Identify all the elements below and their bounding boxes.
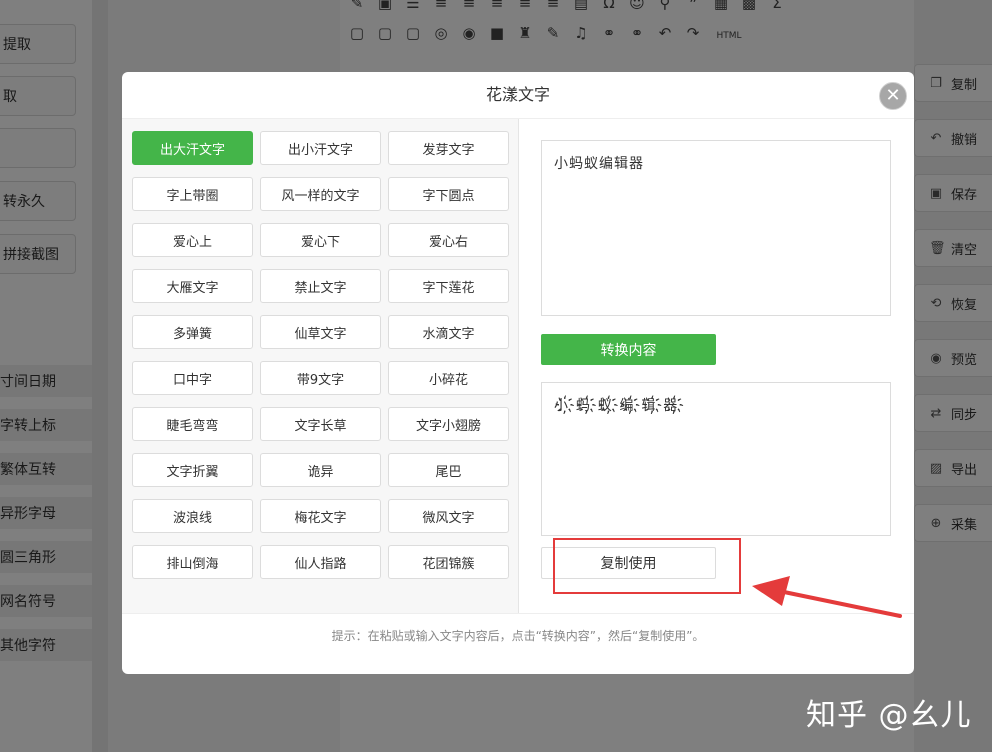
close-icon[interactable]: ✕: [879, 82, 907, 110]
style-option[interactable]: 字上带圈: [132, 177, 253, 211]
style-option[interactable]: 仙人指路: [260, 545, 381, 579]
style-option[interactable]: 带9文字: [260, 361, 381, 395]
style-option[interactable]: 小碎花: [388, 361, 509, 395]
style-option[interactable]: 尾巴: [388, 453, 509, 487]
style-option[interactable]: 爱心右: [388, 223, 509, 257]
style-option[interactable]: 口中字: [132, 361, 253, 395]
style-option[interactable]: 发芽文字: [388, 131, 509, 165]
style-option[interactable]: 文字折翼: [132, 453, 253, 487]
style-option[interactable]: 爱心上: [132, 223, 253, 257]
style-option[interactable]: 诡异: [260, 453, 381, 487]
style-option[interactable]: 文字长草: [260, 407, 381, 441]
result-text-output[interactable]: 小҉蚂҉蚁҉编҉辑҉器҉: [541, 382, 891, 536]
style-option[interactable]: 多弹簧: [132, 315, 253, 349]
style-option[interactable]: 花团锦簇: [388, 545, 509, 579]
watermark: 知乎 @幺儿: [806, 698, 972, 733]
style-option[interactable]: 排山倒海: [132, 545, 253, 579]
style-panel: 出大汗文字 出小汗文字 发芽文字字上带圈 风一样的文字 字下圆点爱心上 爱心下 爱心右大雁文…: [122, 119, 519, 613]
style-option[interactable]: 风一样的文字: [260, 177, 381, 211]
style-option[interactable]: 爱心下: [260, 223, 381, 257]
style-option[interactable]: 梅花文字: [260, 499, 381, 533]
dialog-title: 花漾文字: [122, 72, 914, 119]
style-option[interactable]: 波浪线: [132, 499, 253, 533]
convert-button[interactable]: 转换内容: [541, 334, 716, 365]
red-arrow-annotation: [752, 576, 902, 618]
style-option[interactable]: 水滴文字: [388, 315, 509, 349]
style-option[interactable]: 文字小翅膀: [388, 407, 509, 441]
style-option[interactable]: 字下莲花: [388, 269, 509, 303]
highlight-box: [553, 538, 741, 594]
style-option[interactable]: 字下圆点: [388, 177, 509, 211]
style-option[interactable]: 大雁文字: [132, 269, 253, 303]
style-option[interactable]: 仙草文字: [260, 315, 381, 349]
style-option[interactable]: 禁止文字: [260, 269, 381, 303]
style-option[interactable]: 微风文字: [388, 499, 509, 533]
hint-text: 提示：在粘贴或输入文字内容后，点击“转换内容”，然后“复制使用”。: [122, 613, 914, 674]
style-option[interactable]: 出大汗文字: [132, 131, 253, 165]
style-option[interactable]: 睫毛弯弯: [132, 407, 253, 441]
style-grid: 出大汗文字 出小汗文字 发芽文字字上带圈 风一样的文字 字下圆点爱心上 爱心下 爱心右大雁文…: [132, 131, 509, 579]
style-option[interactable]: 出小汗文字: [260, 131, 381, 165]
source-text-input[interactable]: 小蚂蚁编辑器: [541, 140, 891, 316]
